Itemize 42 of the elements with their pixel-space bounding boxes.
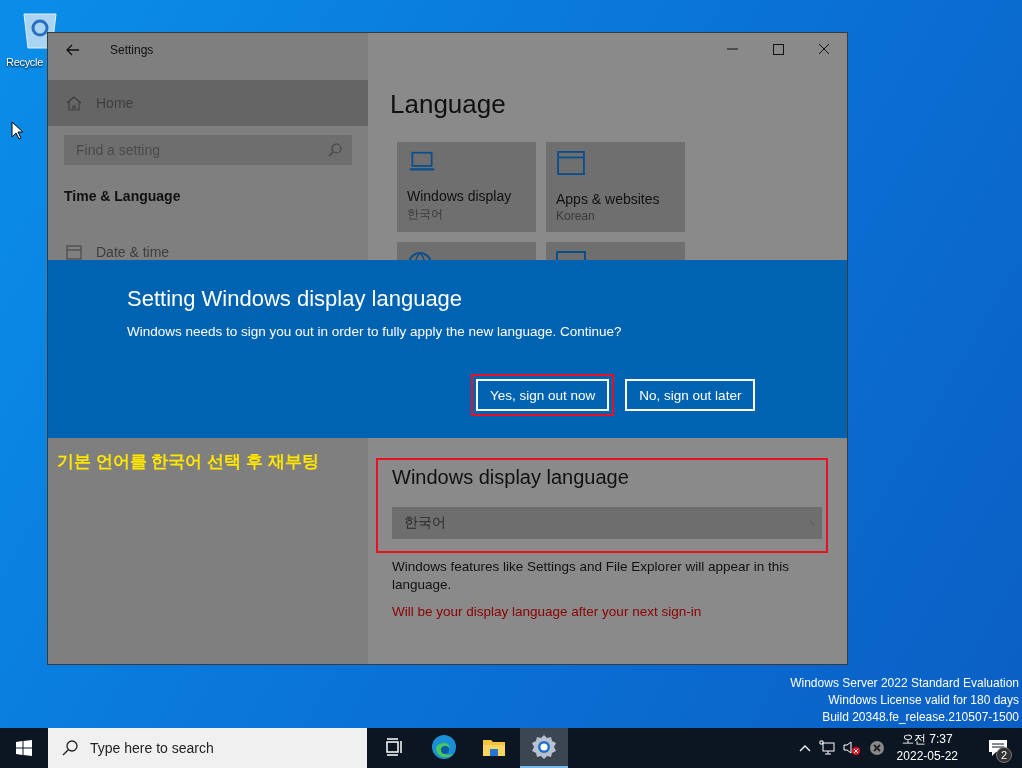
nav-item[interactable]: Date & time bbox=[66, 244, 368, 261]
search-icon bbox=[62, 740, 78, 756]
section-heading: Windows display language bbox=[392, 465, 630, 489]
taskbar-app-button[interactable] bbox=[520, 728, 568, 768]
calendar-icon bbox=[66, 244, 82, 261]
dialog-button[interactable]: No, sign out later bbox=[625, 379, 756, 412]
folder-icon bbox=[482, 737, 506, 757]
watermark-text: Build 20348.fe_release.210507-1500 bbox=[822, 709, 1019, 726]
section-title: Time & Language bbox=[64, 188, 182, 205]
chevron-up-icon[interactable] bbox=[798, 744, 811, 752]
laptop-icon bbox=[407, 151, 437, 172]
dialog-button[interactable]: Yes, sign out now bbox=[476, 379, 610, 412]
edge-icon bbox=[431, 734, 457, 760]
description-text: Windows features like Settings and File Explorer will appear in this language. bbox=[392, 557, 790, 594]
network-icon[interactable] bbox=[818, 740, 835, 756]
annotation-text: 기본 언어를 한국어 선택 후 재부팅 bbox=[57, 450, 320, 473]
back-arrow-icon[interactable] bbox=[66, 43, 80, 56]
window-title: Settings bbox=[110, 42, 154, 57]
taskbar-search-field[interactable]: Type here to search bbox=[48, 728, 367, 768]
maximize-icon bbox=[772, 43, 784, 55]
watermark-text: Windows License valid for 180 days bbox=[828, 692, 1019, 709]
watermark-text: Windows Server 2022 Standard Evaluation bbox=[790, 675, 1019, 692]
search-icon bbox=[328, 143, 342, 158]
status-text: Will be your display language after your next sign-in bbox=[392, 603, 703, 619]
mouse-pointer-icon bbox=[11, 121, 23, 140]
dialog-message: Windows needs to sign you out in order to fully apply the new language. Continue? bbox=[127, 324, 623, 340]
minimize-icon bbox=[726, 48, 738, 50]
dialog-title: Setting Windows display language bbox=[127, 286, 464, 313]
page-heading: Language bbox=[390, 89, 507, 120]
task-view-icon bbox=[385, 738, 403, 756]
taskbar-clock[interactable]: 오전 7:37 2022-05-22 bbox=[896, 731, 958, 765]
notification-button[interactable]: 2 bbox=[982, 732, 1014, 764]
muted-speaker-icon[interactable] bbox=[842, 740, 861, 756]
close-circle-icon[interactable] bbox=[868, 740, 885, 756]
close-icon bbox=[818, 43, 830, 55]
windows-logo-icon bbox=[16, 740, 32, 756]
notification-count: 2 bbox=[996, 747, 1012, 763]
home-icon bbox=[66, 95, 82, 112]
desktop-icon-label[interactable]: Recycle bbox=[6, 56, 44, 68]
language-dropdown[interactable]: 한국어 bbox=[392, 506, 822, 539]
window-icon bbox=[556, 151, 586, 175]
gear-icon bbox=[531, 734, 557, 760]
